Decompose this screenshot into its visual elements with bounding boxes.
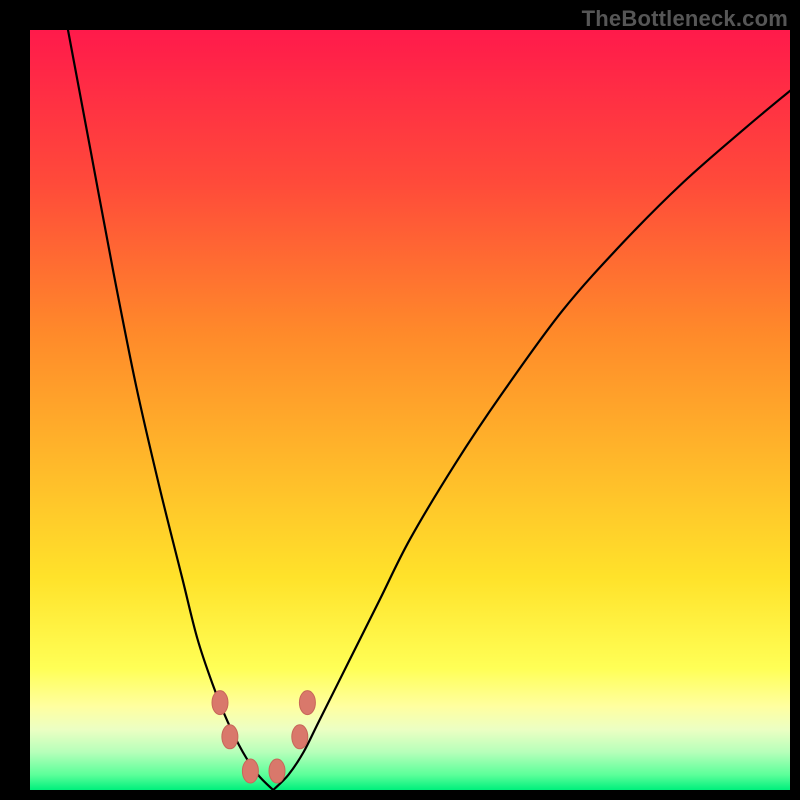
- chart-svg: [30, 30, 790, 790]
- marker-dot: [242, 759, 258, 783]
- marker-dot: [299, 691, 315, 715]
- gradient-background: [30, 30, 790, 790]
- marker-dot: [212, 691, 228, 715]
- watermark-text: TheBottleneck.com: [582, 6, 788, 32]
- marker-dot: [269, 759, 285, 783]
- plot-area: [30, 30, 790, 790]
- marker-dot: [292, 725, 308, 749]
- marker-dot: [222, 725, 238, 749]
- chart-container: TheBottleneck.com: [0, 0, 800, 800]
